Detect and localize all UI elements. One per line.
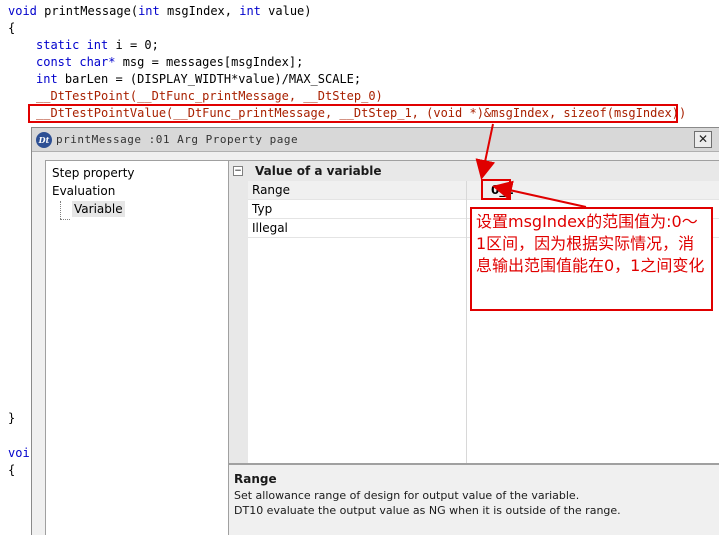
property-dialog: Dt printMessage :01 Arg Property page ✕ … <box>31 127 719 535</box>
dialog-title: printMessage :01 Arg Property page <box>56 133 299 146</box>
tree-item-step-property[interactable]: Step property <box>52 165 135 181</box>
code-next-function: voi <box>8 446 30 460</box>
help-text: Set allowance range of design for output… <box>234 489 580 502</box>
code-close-brace: } <box>8 411 16 425</box>
column-divider[interactable] <box>466 181 467 463</box>
tree-item-variable[interactable]: Variable <box>72 201 125 217</box>
code-line-4: const char* msg = messages[msgIndex]; <box>36 55 304 69</box>
code-line-2: { <box>8 21 16 35</box>
property-row-range[interactable]: Range 0_1 <box>248 179 719 200</box>
code-next-brace: { <box>8 463 16 477</box>
property-name: Typ <box>252 202 273 216</box>
category-row[interactable]: − Value of a variable <box>229 161 719 181</box>
tree-item-evaluation[interactable]: Evaluation <box>52 183 115 199</box>
highlight-range-value <box>481 179 511 200</box>
dt-app-icon: Dt <box>36 132 52 148</box>
code-line-1: void printMessage(int msgIndex, int valu… <box>8 4 312 18</box>
category-label: Value of a variable <box>255 164 382 178</box>
code-line-5: int barLen = (DISPLAY_WIDTH*value)/MAX_S… <box>36 72 362 86</box>
help-panel: Range Set allowance range of design for … <box>228 464 719 535</box>
property-tree: Step property Evaluation Variable <box>45 160 230 535</box>
property-grid: − Value of a variable Range 0_1 Typ Ille… <box>228 160 719 464</box>
annotation-callout: 设置msgIndex的范围值为:0～1区间，因为根据实际情况，消息输出范围值能在… <box>470 207 713 311</box>
dialog-titlebar[interactable]: Dt printMessage :01 Arg Property page ✕ <box>32 128 719 152</box>
help-title: Range <box>234 472 277 486</box>
property-name: Range <box>252 183 291 197</box>
property-name: Illegal <box>252 221 288 235</box>
collapse-icon[interactable]: − <box>233 166 243 176</box>
help-text: DT10 evaluate the output value as NG whe… <box>234 504 621 517</box>
grid-gutter <box>229 161 248 463</box>
code-line-3: static int i = 0; <box>36 38 159 52</box>
highlight-test-point-line <box>28 104 678 123</box>
tree-connector <box>60 201 61 219</box>
code-line-6: __DtTestPoint(__DtFunc_printMessage, __D… <box>36 89 383 103</box>
tree-connector <box>60 219 70 220</box>
close-button[interactable]: ✕ <box>694 131 712 148</box>
